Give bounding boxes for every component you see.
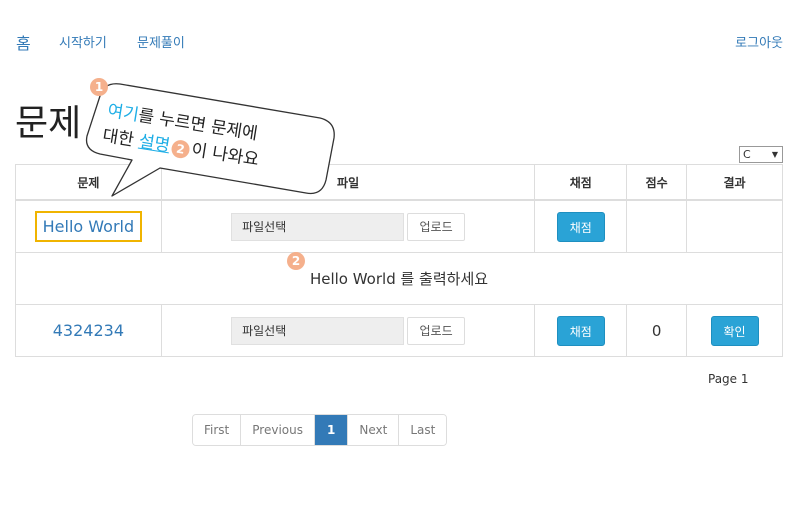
language-select-value: C (743, 148, 751, 161)
pagination-page-1[interactable]: 1 (314, 415, 349, 445)
step-badge-1: 1 (90, 78, 108, 96)
result-confirm-button[interactable]: 확인 (710, 315, 759, 346)
grade-button[interactable]: 채점 (556, 315, 605, 346)
grade-cell: 채점 (534, 304, 628, 357)
header-score: 점수 (626, 164, 688, 201)
score-cell (626, 199, 688, 253)
nav-problems-link[interactable]: 문제풀이 (137, 32, 185, 51)
page-indicator: Page 1 (708, 372, 749, 386)
nav-start-link[interactable]: 시작하기 (59, 32, 107, 51)
problem-cell: 4324234 (15, 304, 162, 357)
pagination-last[interactable]: Last (399, 415, 447, 445)
pagination-previous[interactable]: Previous (241, 415, 315, 445)
problem-description: Hello World 를 출력하세요 (15, 252, 783, 305)
step-badge-2: 2 (287, 252, 305, 270)
problem-link[interactable]: Hello World (34, 211, 143, 242)
file-cell: 파일선택 업로드 (160, 199, 536, 253)
problem-cell: Hello World (15, 199, 162, 253)
table-header-row: 문제 파일 채점 점수 결과 (15, 164, 783, 201)
pagination-next[interactable]: Next (348, 415, 400, 445)
step-badge-2-inline: 2 (170, 138, 191, 160)
problem-link[interactable]: 4324234 (53, 321, 124, 340)
nav-logout-link[interactable]: 로그아웃 (735, 32, 783, 51)
pagination: First Previous 1 Next Last (192, 414, 448, 446)
nav-home-link[interactable]: 홈 (16, 30, 31, 54)
table-row: Hello World 를 출력하세요 (15, 252, 783, 305)
result-cell (686, 199, 783, 253)
upload-button[interactable]: 업로드 (407, 212, 466, 241)
pagination-first[interactable]: First (193, 415, 242, 445)
grade-button[interactable]: 채점 (556, 211, 605, 242)
upload-button[interactable]: 업로드 (407, 316, 466, 345)
result-cell: 확인 (686, 304, 783, 357)
file-select-field[interactable]: 파일선택 (231, 212, 405, 241)
chevron-down-icon: ▼ (771, 150, 778, 159)
language-select[interactable]: C ▼ (739, 146, 783, 163)
header-file: 파일 (160, 164, 536, 201)
table-row: 4324234 파일선택 업로드 채점 0 확인 (15, 304, 783, 357)
score-cell: 0 (626, 304, 688, 357)
problem-description-text: Hello World 를 출력하세요 (309, 270, 489, 288)
header-grade: 채점 (534, 164, 628, 201)
grade-cell: 채점 (534, 199, 628, 253)
header-result: 결과 (686, 164, 783, 201)
page-title: 문제 (15, 103, 82, 144)
header-problem: 문제 (15, 164, 162, 201)
file-cell: 파일선택 업로드 (160, 304, 536, 357)
file-select-field[interactable]: 파일선택 (231, 316, 405, 345)
table-row: Hello World 파일선택 업로드 채점 (15, 199, 783, 253)
problems-table: 문제 파일 채점 점수 결과 Hello World 파일선택 업로드 채점 H… (15, 164, 783, 357)
